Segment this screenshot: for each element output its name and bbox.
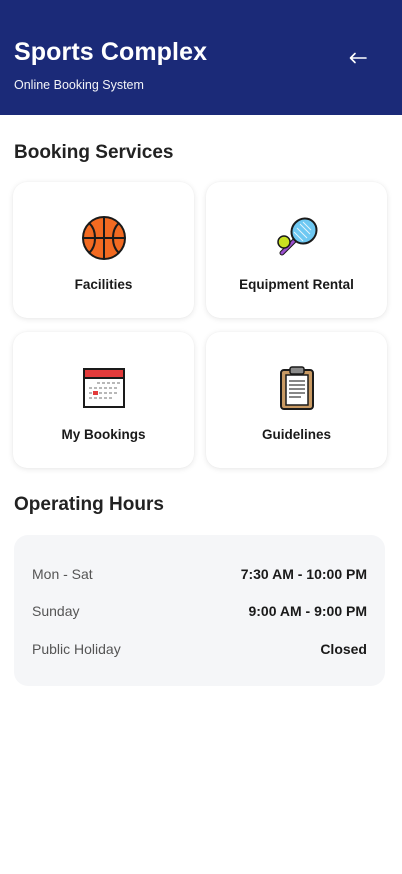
equipment-rental-card[interactable]: Equipment Rental xyxy=(206,182,387,318)
tennis-racket-icon xyxy=(276,217,318,256)
hours-day: Mon - Sat xyxy=(32,566,93,582)
services-heading: Booking Services xyxy=(14,142,174,163)
hours-row: Mon - Sat 7:30 AM - 10:00 PM xyxy=(32,563,367,585)
basketball-icon xyxy=(81,216,126,260)
hours-row: Sunday 9:00 AM - 9:00 PM xyxy=(32,600,367,622)
hours-row: Public Holiday Closed xyxy=(32,638,367,660)
back-button[interactable] xyxy=(344,44,372,72)
app-header: Sports Complex Online Booking System xyxy=(0,0,402,115)
hours-time: 7:30 AM - 10:00 PM xyxy=(240,566,367,582)
hours-heading: Operating Hours xyxy=(14,494,164,515)
hours-time: 9:00 AM - 9:00 PM xyxy=(248,603,367,619)
my-bookings-label: My Bookings xyxy=(61,427,146,442)
clipboard-icon xyxy=(279,366,314,410)
page-subtitle: Online Booking System xyxy=(14,78,144,92)
page-title: Sports Complex xyxy=(14,38,208,66)
hours-time: Closed xyxy=(320,641,367,657)
facilities-card[interactable]: Facilities xyxy=(13,182,194,318)
guidelines-card[interactable]: Guidelines xyxy=(206,332,387,468)
arrow-left-icon xyxy=(349,52,367,64)
hours-day: Public Holiday xyxy=(32,641,121,657)
equipment-rental-label: Equipment Rental xyxy=(239,277,354,292)
calendar-icon xyxy=(82,368,125,408)
my-bookings-card[interactable]: My Bookings xyxy=(13,332,194,468)
hours-day: Sunday xyxy=(32,603,80,619)
operating-hours-panel: Mon - Sat 7:30 AM - 10:00 PM Sunday 9:00… xyxy=(14,535,385,686)
facilities-label: Facilities xyxy=(74,277,133,292)
guidelines-label: Guidelines xyxy=(261,427,332,442)
